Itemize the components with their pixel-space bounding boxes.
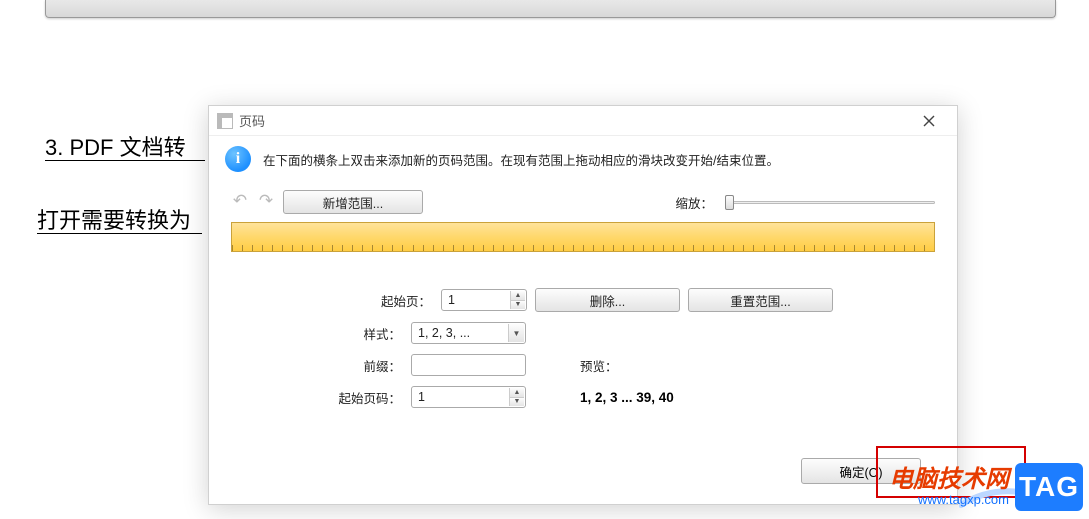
close-button[interactable] [909,109,949,133]
close-icon [923,115,935,127]
spin-down-icon[interactable]: ▼ [509,398,524,407]
bg-underline-1 [45,160,205,161]
ruler-wrap [209,222,957,252]
style-dropdown[interactable]: 1, 2, 3, ... ▼ [411,322,526,344]
style-value: 1, 2, 3, ... [418,326,470,340]
style-label: 样式： [231,324,401,343]
start-num-input[interactable]: 1 ▲ ▼ [411,386,526,408]
watermark-url: www.tagxp.com [918,493,1009,508]
watermark-tag: TAG [1015,463,1083,511]
watermark: 电脑技术网 www.tagxp.com TAG [889,463,1083,511]
zoom-thumb[interactable] [725,195,734,210]
spin-up-icon[interactable]: ▲ [509,388,524,398]
titlebar: 页码 [209,106,957,136]
start-page-value: 1 [448,293,455,307]
start-page-label: 起始页： [231,291,431,310]
zoom-track [725,201,935,204]
chevron-down-icon: ▼ [508,324,524,342]
start-num-label: 起始页码： [231,388,401,407]
undo-button[interactable]: ↶ [231,193,249,211]
zoom-slider[interactable] [725,193,935,211]
prefix-input[interactable] [411,354,526,376]
spin-up-icon[interactable]: ▲ [510,291,525,301]
row-style: 样式： 1, 2, 3, ... ▼ [231,322,935,344]
row-prefix: 前缀： 预览： [231,354,935,376]
info-strip: i 在下面的横条上双击来添加新的页码范围。在现有范围上拖动相应的滑块改变开始/结… [209,136,957,184]
app-icon [217,113,233,129]
row-start-num: 起始页码： 1 ▲ ▼ 1, 2, 3 ... 39, 40 [231,386,935,408]
toolbar-row: ↶ ↷ 新增范围... 缩放： [209,184,957,222]
new-range-button[interactable]: 新增范围... [283,190,423,214]
page-range-ruler[interactable] [231,222,935,252]
info-icon: i [225,146,251,172]
bg-underline-2 [37,233,202,234]
watermark-cn: 电脑技术网 [889,466,1009,494]
info-text: 在下面的横条上双击来添加新的页码范围。在现有范围上拖动相应的滑块改变开始/结束位… [263,150,779,169]
redo-button[interactable]: ↷ [257,193,275,211]
delete-button[interactable]: 删除... [535,288,680,312]
preview-value: 1, 2, 3 ... 39, 40 [580,390,674,405]
bg-text-2: 打开需要转换为 [37,203,191,235]
start-num-value: 1 [418,390,425,404]
prefix-label: 前缀： [231,356,401,375]
dialog-title: 页码 [239,111,265,130]
page-number-dialog: 页码 i 在下面的横条上双击来添加新的页码范围。在现有范围上拖动相应的滑块改变开… [208,105,958,505]
bg-text-1: 3. PDF 文档转 [45,130,186,162]
preview-label: 预览： [580,356,618,375]
start-page-input[interactable]: 1 ▲ ▼ [441,289,527,311]
row-start-page: 起始页： 1 ▲ ▼ 删除... 重置范围... [231,288,935,312]
form-area: 起始页： 1 ▲ ▼ 删除... 重置范围... 样式： 1, 2, 3, ..… [209,252,957,418]
spin-down-icon[interactable]: ▼ [510,301,525,310]
reset-range-button[interactable]: 重置范围... [688,288,833,312]
zoom-label: 缩放： [675,193,713,212]
background-window-bar [45,0,1056,18]
